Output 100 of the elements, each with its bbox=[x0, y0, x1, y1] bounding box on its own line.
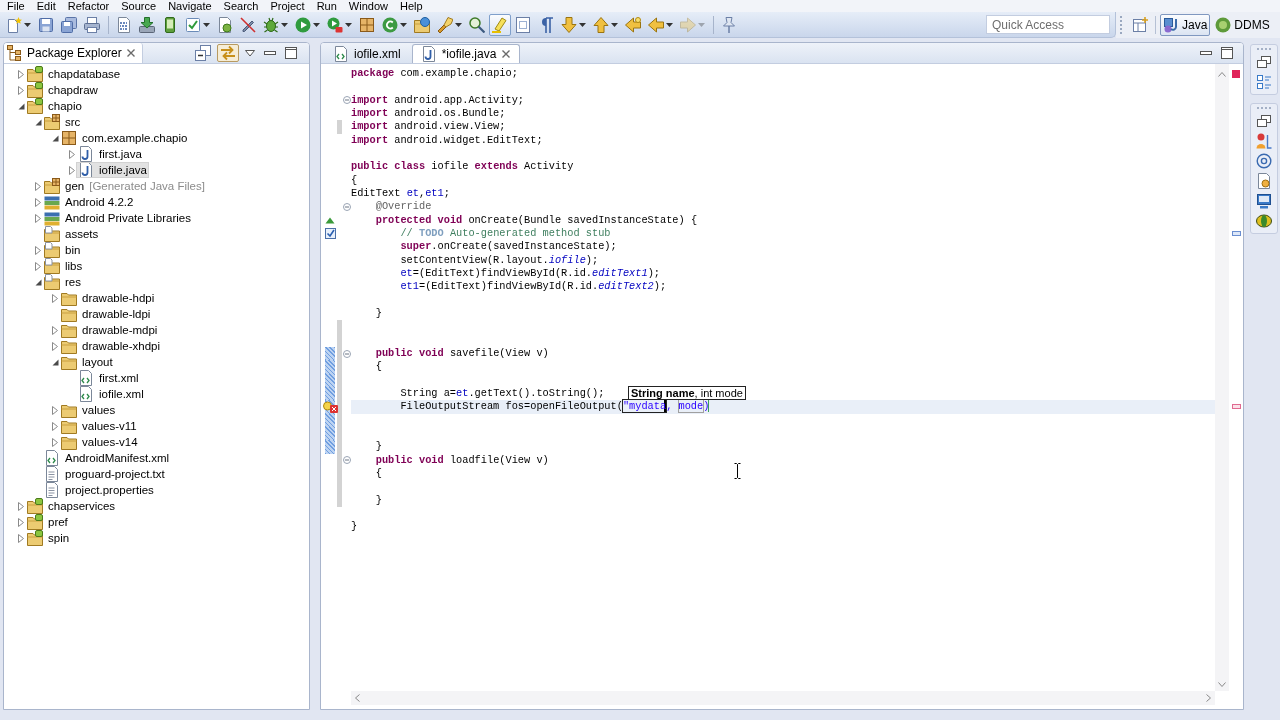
fold-minus-icon[interactable] bbox=[343, 456, 351, 465]
horizontal-scrollbar[interactable] bbox=[351, 691, 1215, 705]
task-marker-icon[interactable] bbox=[1231, 231, 1241, 237]
maximize-icon[interactable] bbox=[1221, 47, 1233, 59]
collapsed-arrow-icon[interactable] bbox=[52, 405, 58, 415]
collapsed-arrow-icon[interactable] bbox=[69, 149, 75, 159]
fold-minus-icon[interactable] bbox=[343, 349, 351, 358]
tree-item[interactable]: res bbox=[42, 274, 83, 290]
tree-item[interactable]: layout bbox=[59, 354, 115, 370]
close-icon[interactable] bbox=[125, 48, 136, 58]
tree-item[interactable]: values-v14 bbox=[59, 434, 140, 450]
minimize-icon[interactable] bbox=[1200, 51, 1212, 55]
tree-item[interactable]: drawable-xhdpi bbox=[59, 338, 162, 354]
ring-icon[interactable] bbox=[1256, 153, 1272, 169]
restore-icon[interactable] bbox=[1256, 54, 1272, 70]
collapsed-arrow-icon[interactable] bbox=[35, 261, 41, 271]
tree-item[interactable]: spin bbox=[25, 530, 72, 546]
tree-item[interactable]: values-v11 bbox=[59, 418, 139, 434]
collapsed-arrow-icon[interactable] bbox=[52, 293, 58, 303]
scroll-down-icon[interactable] bbox=[1218, 682, 1226, 687]
arrow-left-icon[interactable] bbox=[648, 16, 664, 33]
dropdown-caret-icon[interactable] bbox=[400, 22, 407, 27]
minimize-icon[interactable] bbox=[264, 51, 276, 55]
collapsed-arrow-icon[interactable] bbox=[18, 501, 24, 511]
tree-item[interactable]: Android Private Libraries bbox=[42, 210, 193, 226]
collapsed-arrow-icon[interactable] bbox=[35, 181, 41, 191]
view-tab[interactable]: Package Explorer bbox=[4, 43, 143, 63]
collapsed-arrow-icon[interactable] bbox=[18, 85, 24, 95]
expanded-arrow-icon[interactable] bbox=[51, 134, 59, 142]
menu-item[interactable]: Window bbox=[342, 0, 394, 12]
tree-item[interactable]: com.example.chapio bbox=[59, 130, 190, 146]
collapsed-arrow-icon[interactable] bbox=[18, 69, 24, 79]
monitor-icon[interactable] bbox=[1256, 193, 1272, 209]
tree-item[interactable]: libs bbox=[42, 258, 85, 274]
dropdown-caret-icon[interactable] bbox=[666, 22, 673, 27]
checkbox-icon[interactable] bbox=[185, 16, 201, 33]
tree-item[interactable]: project.properties bbox=[42, 482, 156, 498]
close-icon[interactable] bbox=[501, 49, 512, 59]
menu-item[interactable]: Navigate bbox=[162, 0, 218, 12]
collapsed-arrow-icon[interactable] bbox=[18, 517, 24, 527]
tree-item[interactable]: proguard-project.txt bbox=[42, 466, 167, 482]
expanded-arrow-icon[interactable] bbox=[17, 102, 25, 110]
view-menu-icon[interactable] bbox=[245, 49, 255, 57]
tree-item[interactable]: src bbox=[42, 114, 83, 130]
tree-item[interactable]: chapservices bbox=[25, 498, 118, 514]
dropdown-caret-icon[interactable] bbox=[611, 22, 618, 27]
tree-item[interactable]: chapdraw bbox=[25, 82, 100, 98]
menu-item[interactable]: Source bbox=[115, 0, 163, 12]
collapsed-arrow-icon[interactable] bbox=[69, 165, 75, 175]
menu-item[interactable]: Help bbox=[394, 0, 429, 12]
dropdown-caret-icon[interactable] bbox=[203, 22, 210, 27]
tree-item[interactable]: chapdatabase bbox=[25, 66, 123, 82]
tree-item[interactable]: drawable-ldpi bbox=[59, 306, 153, 322]
menu-item[interactable]: Refactor bbox=[61, 0, 116, 12]
quick-access-field[interactable]: Quick Access bbox=[986, 15, 1110, 34]
tree-item[interactable]: AndroidManifest.xml bbox=[42, 450, 172, 466]
scroll-left-icon[interactable] bbox=[355, 694, 360, 702]
tree-item[interactable]: chapio bbox=[25, 98, 84, 114]
tree-item[interactable]: Android 4.2.2 bbox=[42, 194, 136, 210]
flashlight-icon[interactable] bbox=[437, 16, 453, 33]
collapsed-arrow-icon[interactable] bbox=[35, 197, 41, 207]
person-chart-icon[interactable] bbox=[1256, 133, 1272, 149]
vertical-scrollbar[interactable] bbox=[1215, 64, 1229, 691]
collapsed-arrow-icon[interactable] bbox=[35, 245, 41, 255]
tree-item[interactable]: drawable-hdpi bbox=[59, 290, 157, 306]
tree-item[interactable]: values bbox=[59, 402, 118, 418]
editor-tab[interactable]: *iofile.java bbox=[411, 44, 521, 63]
tree-item[interactable]: bin bbox=[42, 242, 83, 258]
outline-icon[interactable] bbox=[1256, 74, 1272, 90]
fold-minus-icon[interactable] bbox=[343, 202, 351, 211]
collapsed-arrow-icon[interactable] bbox=[52, 437, 58, 447]
tree-item[interactable]: first.xml bbox=[76, 370, 141, 386]
restore-icon[interactable] bbox=[1256, 113, 1272, 129]
perspective-button[interactable]: DDMS bbox=[1212, 14, 1273, 36]
tree-item[interactable]: iofile.xml bbox=[76, 386, 146, 402]
collapsed-arrow-icon[interactable] bbox=[35, 213, 41, 223]
dropdown-caret-icon[interactable] bbox=[579, 22, 586, 27]
beetle-icon[interactable] bbox=[1256, 213, 1272, 229]
menu-item[interactable]: Search bbox=[217, 0, 265, 12]
collapsed-arrow-icon[interactable] bbox=[52, 341, 58, 351]
menu-item[interactable]: Edit bbox=[30, 0, 62, 12]
fold-minus-icon[interactable] bbox=[343, 96, 351, 105]
expanded-arrow-icon[interactable] bbox=[51, 358, 59, 366]
bug-icon[interactable] bbox=[263, 16, 279, 33]
dropdown-caret-icon[interactable] bbox=[313, 22, 320, 27]
dropdown-caret-icon[interactable] bbox=[455, 22, 462, 27]
menu-item[interactable]: Run bbox=[310, 0, 343, 12]
scroll-right-icon[interactable] bbox=[1206, 694, 1211, 702]
tree-item[interactable]: iofile.java bbox=[76, 162, 149, 178]
scroll-up-icon[interactable] bbox=[1218, 72, 1226, 77]
dropdown-caret-icon[interactable] bbox=[345, 22, 352, 27]
tree-item[interactable]: assets bbox=[42, 226, 101, 242]
menu-item[interactable]: File bbox=[1, 0, 31, 12]
arrow-up-icon[interactable] bbox=[593, 16, 609, 33]
collapsed-arrow-icon[interactable] bbox=[18, 533, 24, 543]
new-file-icon[interactable] bbox=[6, 16, 22, 33]
dropdown-caret-icon[interactable] bbox=[281, 22, 288, 27]
collapsed-arrow-icon[interactable] bbox=[52, 421, 58, 431]
expanded-arrow-icon[interactable] bbox=[34, 118, 42, 126]
tree-item[interactable]: pref bbox=[25, 514, 70, 530]
